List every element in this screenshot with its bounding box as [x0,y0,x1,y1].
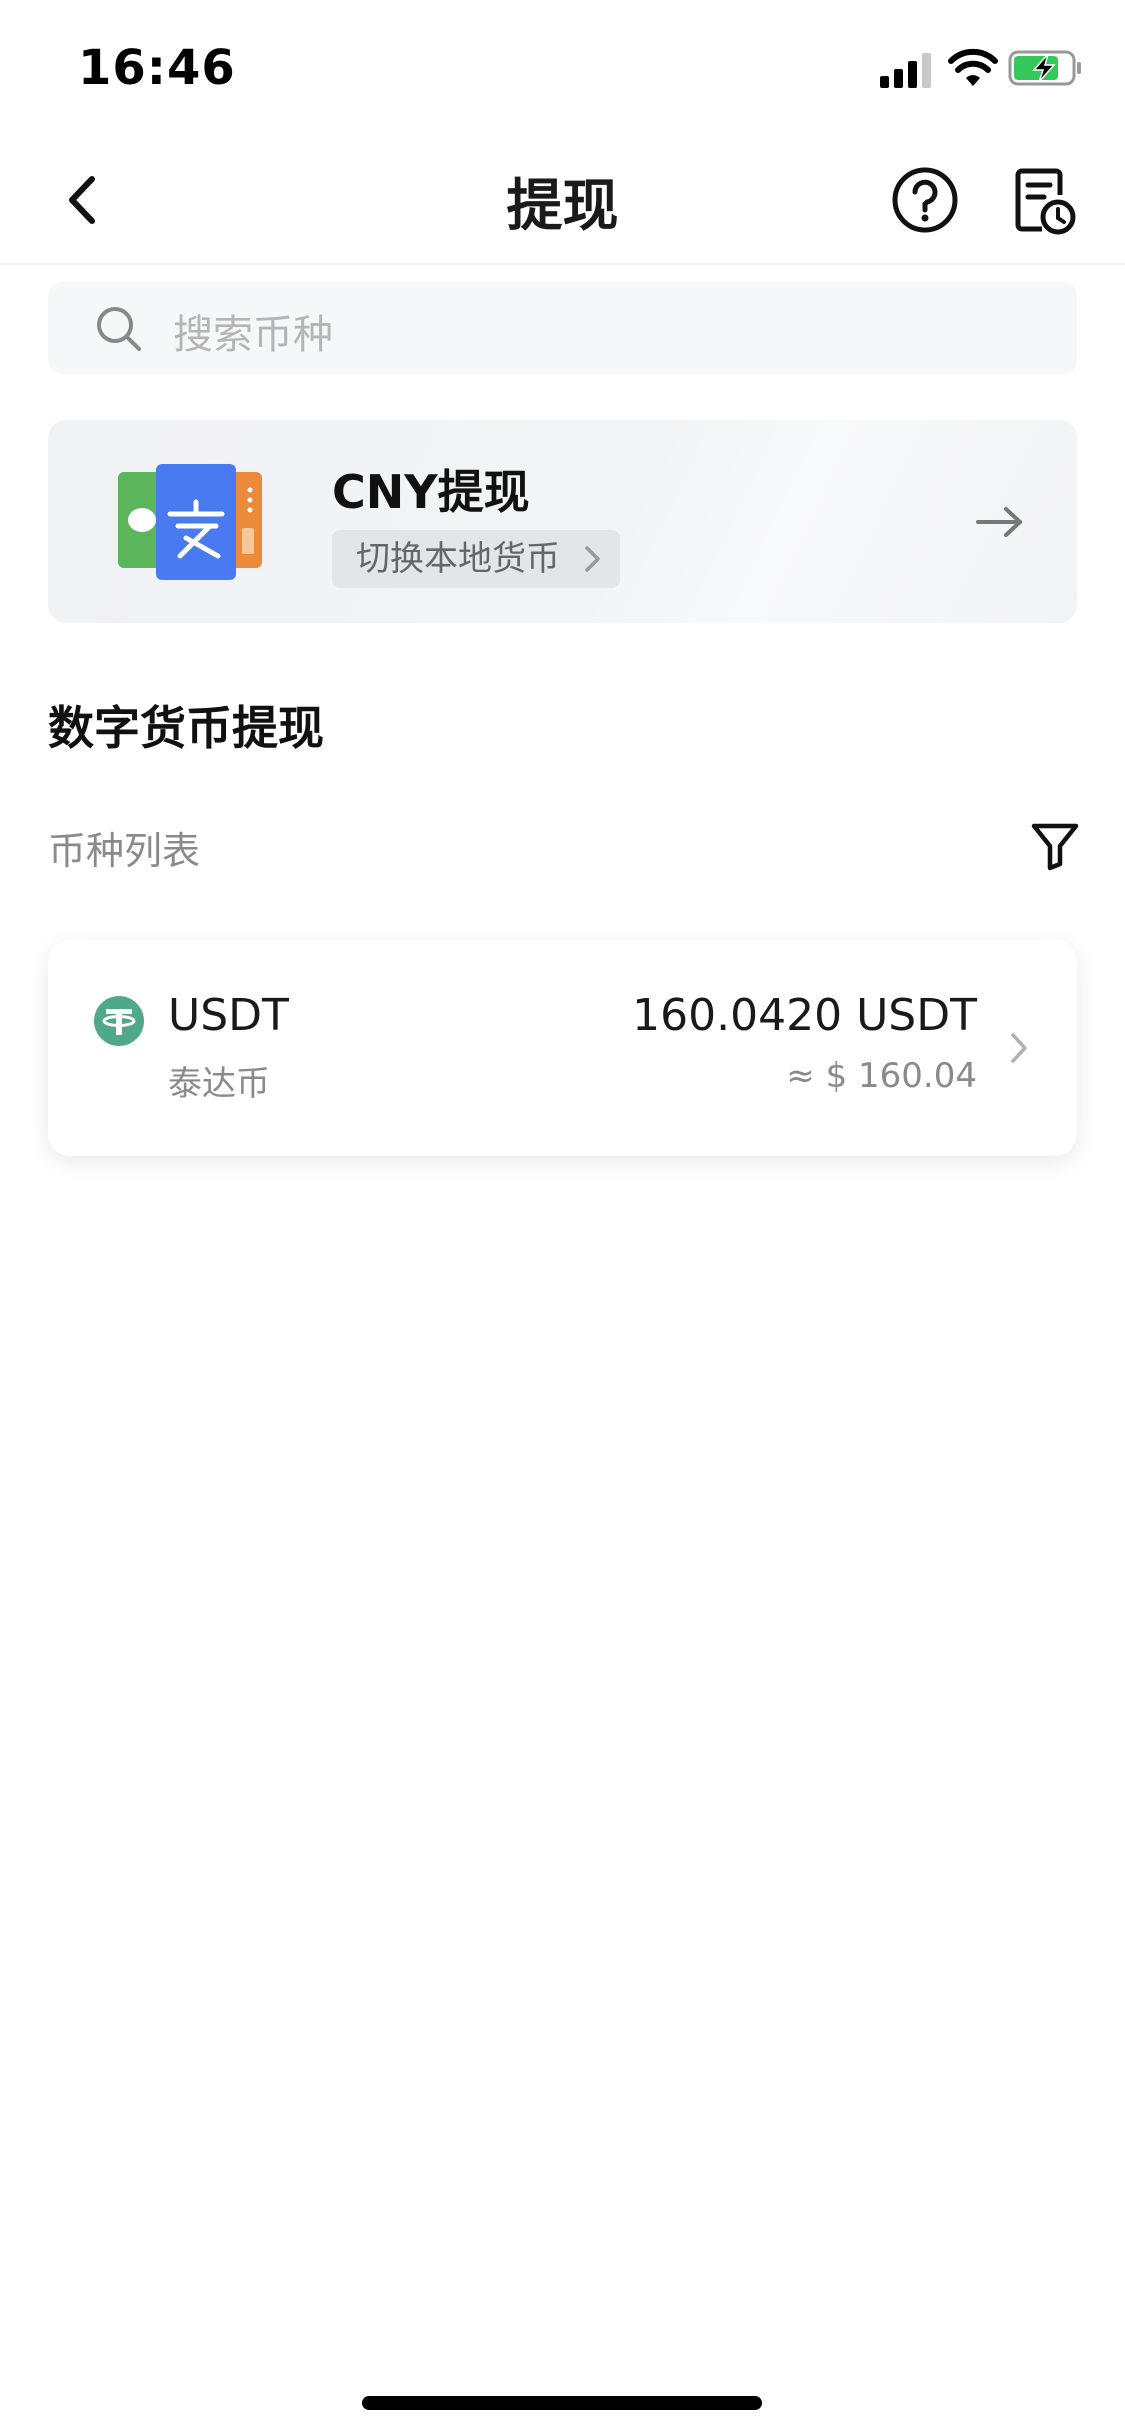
search-input[interactable]: 搜索币种 [48,282,1077,374]
coin-balance: 160.0420 USDT [632,990,977,1041]
coin-symbol: USDT [168,990,289,1041]
cny-title: CNY提现 [332,465,530,519]
switch-currency-button[interactable]: 切换本地货币 [332,530,620,588]
coin-usd-value: ≈ $ 160.04 [786,1056,977,1096]
nav-bar: 提现 [0,135,1125,265]
payment-logos-icon [118,464,262,580]
withdraw-screen: 16:46 提现 搜索币种 CNY提现 切换本地货币 数字货币提现 币种列表 U… [0,0,1125,2436]
status-bar: 16:46 [0,0,1125,135]
chevron-right-icon [1011,1033,1027,1063]
chevron-right-icon [585,546,600,572]
arrow-right-icon[interactable] [974,504,1026,540]
switch-currency-label: 切换本地货币 [356,539,560,579]
record-icon[interactable] [1012,165,1078,237]
wifi-icon [948,48,998,86]
tether-icon [94,996,144,1046]
search-placeholder: 搜索币种 [173,312,333,358]
cny-withdraw-card[interactable]: CNY提现 切换本地货币 [48,420,1077,623]
coin-name: 泰达币 [168,1064,270,1104]
coin-list-item[interactable]: USDT 泰达币 160.0420 USDT ≈ $ 160.04 [48,940,1077,1156]
digital-withdraw-heading: 数字货币提现 [48,701,324,755]
help-icon[interactable] [890,165,960,235]
coin-list-label: 币种列表 [48,829,201,873]
filter-icon[interactable] [1030,820,1080,872]
status-time: 16:46 [78,40,236,96]
search-icon [97,307,141,351]
cellular-signal-icon [880,53,931,88]
battery-charging-icon [1008,50,1081,86]
home-indicator [362,2396,762,2410]
